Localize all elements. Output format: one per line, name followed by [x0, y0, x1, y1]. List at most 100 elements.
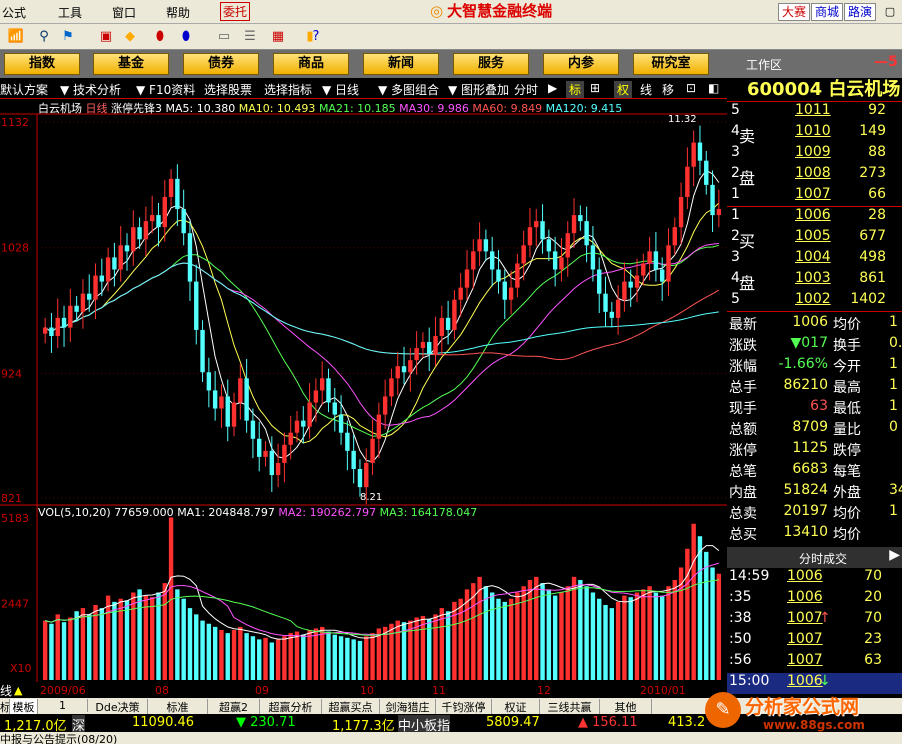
formula-tab-6[interactable]: 超赢分析	[260, 699, 322, 715]
menu-bar: 公式 工具 窗口 帮助 委托 ◎ 大智慧金融终端 大赛 商城 路演 ▢	[0, 0, 902, 24]
date-label-3: 10	[360, 684, 374, 697]
f10-icon[interactable]: ▣	[96, 28, 116, 46]
tb-tech-analysis[interactable]: ▼ 技术分析	[60, 81, 121, 98]
formula-tab-4[interactable]: 标准	[148, 699, 208, 715]
volume-bar	[338, 636, 344, 680]
tb-line[interactable]: 线	[640, 81, 652, 98]
tb-period[interactable]: ▼ 日线	[322, 81, 359, 98]
volume-bar	[357, 640, 363, 680]
tb-move[interactable]: 移	[662, 81, 674, 98]
formula-tab-5[interactable]: 超赢2	[208, 699, 260, 715]
formula-tab-9[interactable]: 千钧涨停	[436, 699, 492, 715]
candle-body	[483, 239, 489, 252]
formula-tab-3[interactable]: Dde决策	[88, 699, 148, 715]
volume-bar	[452, 601, 457, 680]
window-controls-icon[interactable]: ▢	[880, 3, 900, 21]
tb-intraday[interactable]: 分时	[514, 81, 538, 98]
nav-research[interactable]: 研究室	[633, 53, 709, 75]
play-icon[interactable]: ▶	[548, 81, 557, 95]
export-icon[interactable]: ⊡	[686, 81, 696, 95]
crosshair-icon[interactable]: ⊞	[590, 81, 600, 95]
candle-body	[376, 414, 382, 439]
candle-body	[332, 402, 337, 415]
tb-f10-arrow-icon: ▼	[136, 83, 150, 97]
candle-body	[697, 142, 703, 161]
menu-tools[interactable]: 工具	[58, 4, 82, 21]
formula-tab-12[interactable]: 其他	[600, 699, 652, 715]
volume-bar	[238, 626, 243, 680]
grid-icon[interactable]: ▦	[268, 28, 288, 46]
tb-mark[interactable]: 标	[566, 81, 585, 98]
candle-body	[364, 462, 369, 488]
nav-fund[interactable]: 基金	[93, 53, 169, 75]
candle-body	[175, 178, 180, 210]
tab-roadshow[interactable]: 路演	[844, 3, 877, 21]
signal-icon[interactable]: 📶	[6, 28, 26, 46]
volume-bar	[351, 639, 356, 680]
volume-bar	[659, 595, 665, 680]
menu-help[interactable]: 帮助	[166, 4, 190, 21]
window-icon[interactable]: ▭	[214, 28, 234, 46]
candle-body	[546, 239, 552, 252]
kline-chart[interactable]: 1132 1028 924 821 5183 2447 11.32 8.21 X10	[0, 100, 727, 700]
legend-ma21: MA21: 10.185	[318, 102, 396, 115]
nav-internal[interactable]: 内参	[543, 53, 619, 75]
tb-default-scheme[interactable]: 默认方案	[0, 81, 48, 98]
candle-body	[244, 378, 249, 421]
nav-bond[interactable]: 债券	[183, 53, 259, 75]
announcement-notice[interactable]: 中报与公告提示(08/20)	[0, 732, 117, 744]
date-line-label: 线	[0, 684, 13, 698]
legend-indicator: 涨停先锋3	[111, 102, 162, 115]
tb-overlay[interactable]: ▼ 图形叠加	[448, 81, 509, 98]
candle-body	[559, 257, 564, 270]
diamond-icon[interactable]: ◆	[120, 28, 140, 46]
list-icon[interactable]: ☰	[240, 28, 260, 46]
date-label-6: 2010/01	[640, 684, 686, 697]
tb-rights[interactable]: 权	[614, 81, 633, 98]
tb-multi-chart[interactable]: ▼ 多图组合	[378, 81, 439, 98]
pill-red-icon[interactable]: ⬮	[150, 28, 170, 46]
tick-row-1: :35 1006 20	[729, 589, 882, 605]
volume-bar	[257, 639, 262, 680]
workspace-label[interactable]: 工作区	[746, 56, 782, 73]
pill-blue-icon[interactable]: ⬮	[176, 28, 196, 46]
volume-bar	[647, 586, 652, 680]
formula-tab-10[interactable]: 权证	[492, 699, 540, 715]
quote-panel: 5 1011 92 4 卖 1010 149 3 1009 88 2 盘 1008 273 1 1007 66 1…	[727, 102, 902, 702]
tb-overlay-arrow-icon: ▼	[448, 83, 462, 97]
watermark-url: www.88gs.com	[763, 718, 865, 732]
candle-body	[187, 233, 193, 282]
nav-service[interactable]: 服务	[453, 53, 529, 75]
help-icon[interactable]: ?	[306, 28, 326, 46]
candle-body	[477, 239, 482, 252]
nav-news[interactable]: 新闻	[363, 53, 439, 75]
tab-mall[interactable]: 商城	[811, 3, 844, 21]
tb-select-indicator[interactable]: 选择指标	[264, 81, 312, 98]
alert-icon[interactable]: ⚑	[58, 28, 78, 46]
formula-tab-1[interactable]: 模板	[10, 699, 38, 715]
candle-body	[351, 450, 356, 469]
formula-tab-11[interactable]: 三线共赢	[540, 699, 600, 715]
buy-row-1: 1 1006 28	[731, 207, 886, 223]
nav-index[interactable]: 指数	[4, 53, 80, 75]
collapse-panel-icon[interactable]: ◧	[708, 81, 719, 95]
tb-f10[interactable]: ▼ F10资料	[136, 81, 195, 98]
menu-formula[interactable]: 公式	[2, 4, 26, 21]
candle-body	[710, 184, 715, 216]
tab-contest[interactable]: 大赛	[778, 3, 811, 21]
menu-window[interactable]: 窗口	[112, 4, 136, 21]
volume-bar	[124, 600, 130, 680]
formula-tab-7[interactable]: 超赢买点	[322, 699, 380, 715]
binoculars-icon[interactable]: ⚲	[34, 28, 54, 46]
candle-body	[168, 178, 174, 197]
date-label-2: 09	[255, 684, 269, 697]
candle-body	[250, 420, 256, 439]
formula-tab-8[interactable]: 剑海猎庄	[380, 699, 436, 715]
menu-entrust[interactable]: 委托	[220, 2, 251, 21]
tb-tech-label: 技术分析	[73, 83, 122, 97]
formula-tab-2[interactable]: 1	[38, 699, 88, 712]
tb-select-stock[interactable]: 选择股票	[204, 81, 252, 98]
formula-tab-0[interactable]: 标	[0, 699, 10, 715]
tick-row-3: :50 1007 23	[729, 631, 882, 647]
nav-commodity[interactable]: 商品	[273, 53, 349, 75]
